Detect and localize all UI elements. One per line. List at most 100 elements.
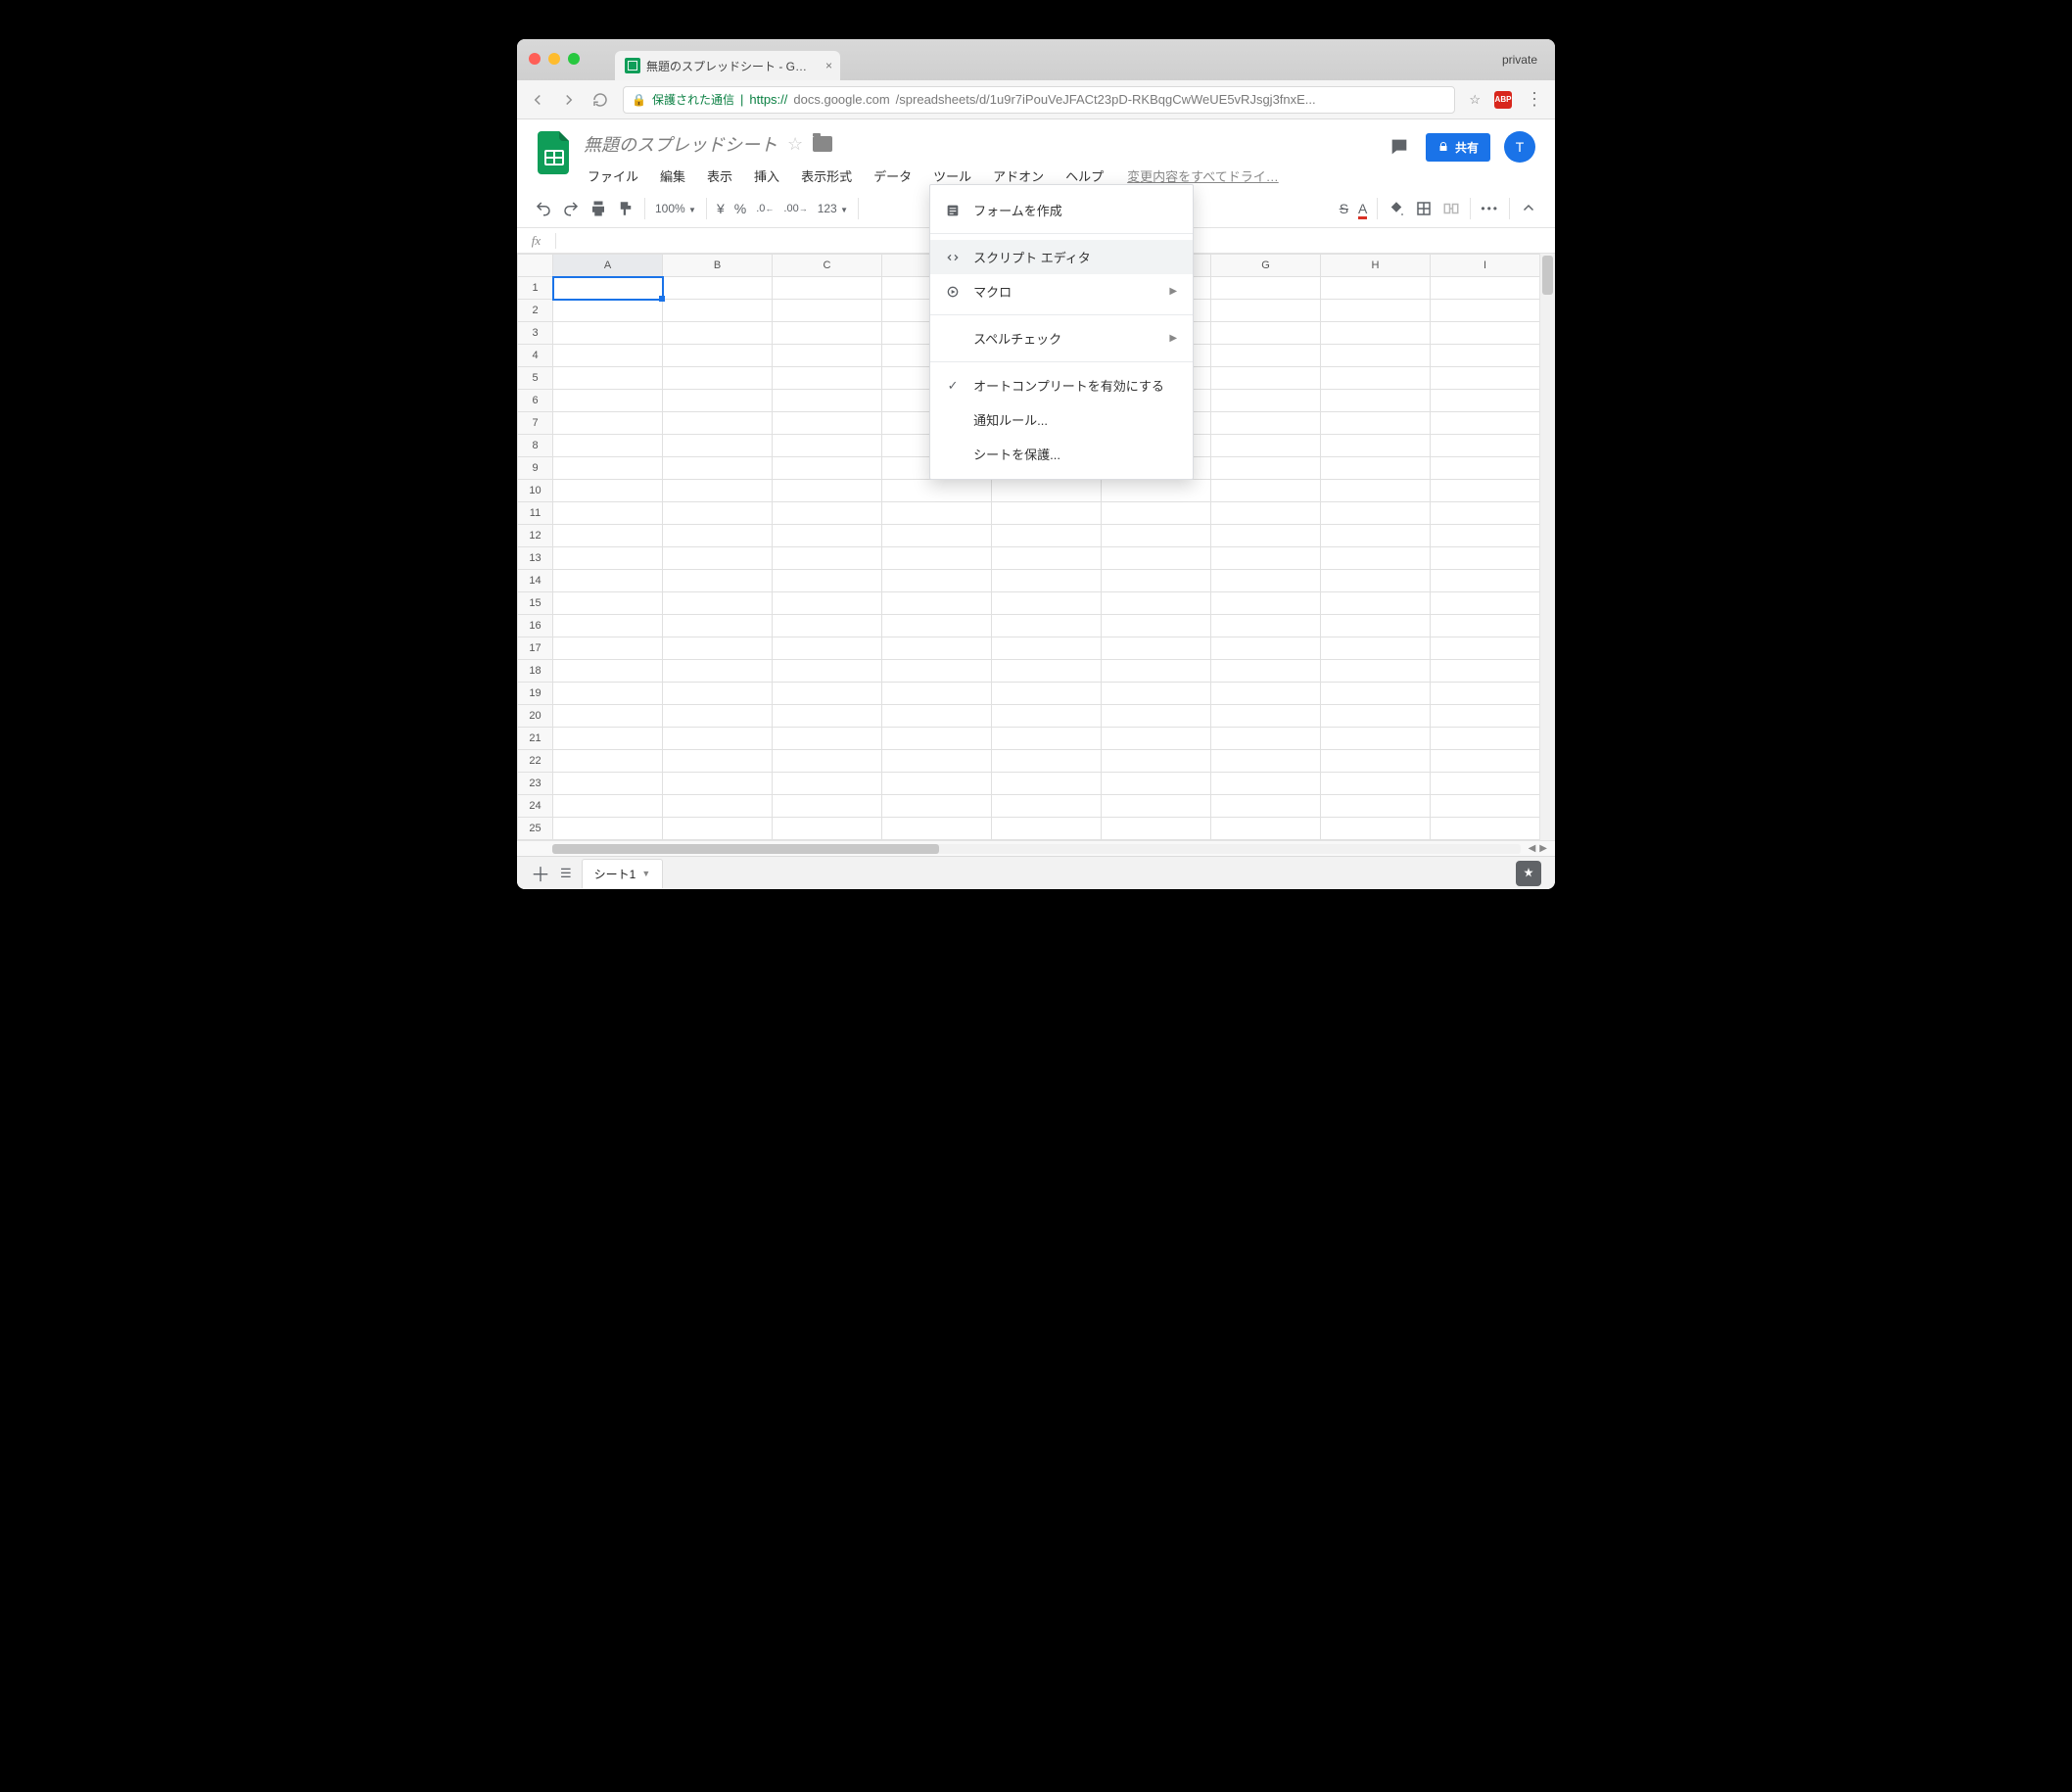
cell[interactable] xyxy=(773,502,882,525)
cell[interactable] xyxy=(663,390,773,412)
cell[interactable] xyxy=(663,795,773,818)
more-toolbar-button[interactable]: ••• xyxy=(1481,202,1499,215)
menu-tools[interactable]: ツール フォームを作成 スクリプト エディタ xyxy=(929,163,975,189)
cell[interactable] xyxy=(882,547,992,570)
row-header[interactable]: 8 xyxy=(518,435,553,457)
cell[interactable] xyxy=(1321,705,1431,728)
cell[interactable] xyxy=(1211,570,1321,592)
cell[interactable] xyxy=(773,322,882,345)
cell[interactable] xyxy=(663,683,773,705)
cell[interactable] xyxy=(663,660,773,683)
cell[interactable] xyxy=(1431,683,1540,705)
cell[interactable] xyxy=(773,412,882,435)
cell[interactable] xyxy=(773,435,882,457)
menu-item-notification-rules[interactable]: 通知ルール... xyxy=(930,402,1193,437)
row-header[interactable]: 24 xyxy=(518,795,553,818)
menu-item-script-editor[interactable]: スクリプト エディタ xyxy=(930,240,1193,274)
comments-icon[interactable] xyxy=(1387,136,1412,158)
cell[interactable] xyxy=(663,457,773,480)
currency-format-button[interactable]: ¥ xyxy=(717,201,725,216)
more-formats-button[interactable]: 123 ▼ xyxy=(818,202,848,215)
cell[interactable] xyxy=(992,637,1102,660)
cell[interactable] xyxy=(992,728,1102,750)
text-color-button[interactable]: A xyxy=(1358,201,1367,216)
cell[interactable] xyxy=(992,660,1102,683)
cell[interactable] xyxy=(1431,660,1540,683)
cell[interactable] xyxy=(1321,367,1431,390)
cell[interactable] xyxy=(773,795,882,818)
address-bar[interactable]: 🔒 保護された通信 | https://docs.google.com/spre… xyxy=(623,86,1455,114)
all-sheets-button[interactable]: ☰ xyxy=(560,866,572,881)
cell[interactable] xyxy=(1211,615,1321,637)
back-icon[interactable] xyxy=(529,91,546,109)
cell[interactable] xyxy=(553,795,663,818)
cell[interactable] xyxy=(1431,773,1540,795)
cell[interactable] xyxy=(1102,818,1211,840)
cell[interactable] xyxy=(1321,547,1431,570)
cell[interactable] xyxy=(663,750,773,773)
row-header[interactable]: 10 xyxy=(518,480,553,502)
scroll-left-icon[interactable]: ◀ xyxy=(1529,843,1536,854)
cell[interactable] xyxy=(1321,795,1431,818)
cell[interactable] xyxy=(992,615,1102,637)
cell[interactable] xyxy=(773,367,882,390)
row-header[interactable]: 1 xyxy=(518,277,553,300)
cell[interactable] xyxy=(773,547,882,570)
cell[interactable] xyxy=(882,705,992,728)
cell-selected[interactable] xyxy=(553,277,663,300)
cell[interactable] xyxy=(553,480,663,502)
cell[interactable] xyxy=(1321,277,1431,300)
browser-tab[interactable]: 無題のスプレッドシート - Google × xyxy=(615,51,840,80)
cell[interactable] xyxy=(773,277,882,300)
cell[interactable] xyxy=(773,637,882,660)
cell[interactable] xyxy=(773,705,882,728)
cell[interactable] xyxy=(663,502,773,525)
cell[interactable] xyxy=(1431,728,1540,750)
cell[interactable] xyxy=(882,637,992,660)
cell[interactable] xyxy=(992,795,1102,818)
save-status[interactable]: 変更内容をすべてドライ… xyxy=(1127,166,1279,185)
cell[interactable] xyxy=(1102,728,1211,750)
cell[interactable] xyxy=(663,637,773,660)
cell[interactable] xyxy=(773,592,882,615)
row-header[interactable]: 13 xyxy=(518,547,553,570)
cell[interactable] xyxy=(1321,728,1431,750)
cell[interactable] xyxy=(1431,345,1540,367)
cell[interactable] xyxy=(1321,300,1431,322)
menu-item-create-form[interactable]: フォームを作成 xyxy=(930,193,1193,227)
cell[interactable] xyxy=(1431,502,1540,525)
cell[interactable] xyxy=(1102,592,1211,615)
cell[interactable] xyxy=(773,480,882,502)
row-header[interactable]: 14 xyxy=(518,570,553,592)
cell[interactable] xyxy=(1321,480,1431,502)
col-header-I[interactable]: I xyxy=(1431,255,1540,277)
cell[interactable] xyxy=(1211,818,1321,840)
cell[interactable] xyxy=(882,728,992,750)
cell[interactable] xyxy=(1211,345,1321,367)
cell[interactable] xyxy=(663,705,773,728)
cell[interactable] xyxy=(1431,570,1540,592)
zoom-dropdown[interactable]: 100% ▼ xyxy=(655,202,696,215)
row-header[interactable]: 19 xyxy=(518,683,553,705)
fx-label[interactable]: fx xyxy=(517,233,556,249)
cell[interactable] xyxy=(773,615,882,637)
print-icon[interactable] xyxy=(589,200,607,217)
cell[interactable] xyxy=(1102,705,1211,728)
cell[interactable] xyxy=(553,300,663,322)
row-header[interactable]: 25 xyxy=(518,818,553,840)
menu-item-macro[interactable]: マクロ ▶ xyxy=(930,274,1193,308)
cell[interactable] xyxy=(1211,637,1321,660)
cell[interactable] xyxy=(1211,592,1321,615)
cell[interactable] xyxy=(773,750,882,773)
abp-extension-icon[interactable]: ABP xyxy=(1494,91,1512,109)
horizontal-scrollbar[interactable] xyxy=(552,844,1521,854)
cell[interactable] xyxy=(1102,502,1211,525)
menu-data[interactable]: データ xyxy=(870,163,916,189)
cell[interactable] xyxy=(1211,750,1321,773)
select-all-corner[interactable] xyxy=(518,255,553,277)
sheet-tab-menu-icon[interactable]: ▼ xyxy=(641,869,650,878)
cell[interactable] xyxy=(882,773,992,795)
collapse-toolbar-icon[interactable] xyxy=(1520,200,1537,217)
cell[interactable] xyxy=(882,795,992,818)
cell[interactable] xyxy=(663,322,773,345)
